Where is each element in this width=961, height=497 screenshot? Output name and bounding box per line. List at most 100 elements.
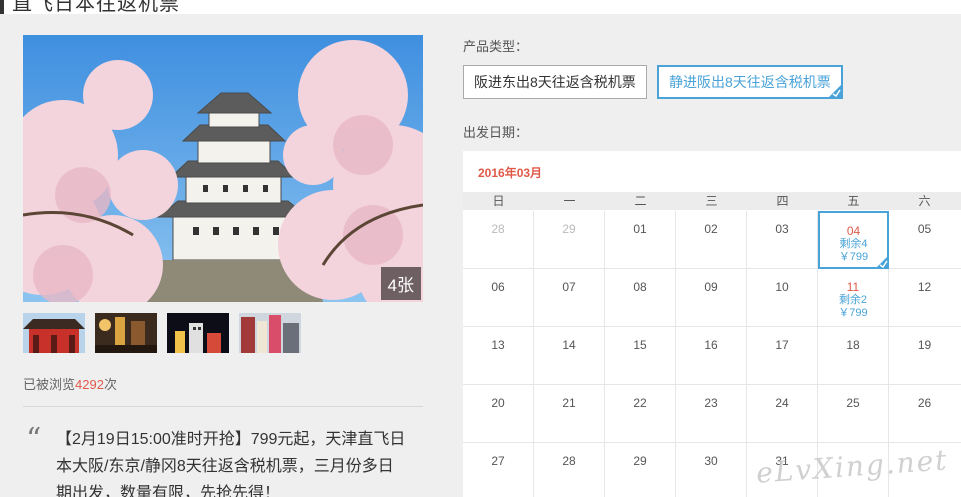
view-counter: 已被浏览4292次 xyxy=(23,374,117,393)
calendar-day-number: 29 xyxy=(633,454,647,468)
calendar-day-16[interactable]: 16 xyxy=(676,327,747,385)
view-count-number: 4292 xyxy=(75,377,104,392)
calendar-week-row: 13 14 15 16 17 18 19 xyxy=(463,327,961,385)
calendar-day-10[interactable]: 10 xyxy=(747,269,818,327)
calendar-day-number: 22 xyxy=(633,396,647,410)
calendar-day-number: 12 xyxy=(917,280,932,294)
calendar-day-13[interactable]: 13 xyxy=(463,327,534,385)
selected-check-icon xyxy=(827,84,842,98)
calendar-day-number: 26 xyxy=(917,396,932,410)
product-option-osaka-in-tokyo-out[interactable]: 阪进东出8天往返含税机票 xyxy=(463,65,647,99)
title-accent-bar xyxy=(0,0,4,14)
castle-sakura-photo xyxy=(23,35,423,302)
calendar-day-07[interactable]: 07 xyxy=(534,269,605,327)
weekday-label: 日 xyxy=(492,194,505,208)
calendar-day-number: 08 xyxy=(633,280,647,294)
calendar-day-number: 18 xyxy=(846,338,860,352)
calendar-day-26[interactable]: 26 xyxy=(889,385,960,443)
calendar-day-number: 13 xyxy=(491,338,505,352)
product-option-label: 静进阪出8天往返含税机票 xyxy=(669,74,831,90)
calendar-month-title: 2016年03月 xyxy=(478,166,543,180)
quote-mark-icon: “ xyxy=(26,422,42,457)
hero-image[interactable]: 4张 xyxy=(23,35,423,302)
calendar-day-02[interactable]: 02 xyxy=(676,211,747,269)
calendar-day-19[interactable]: 19 xyxy=(889,327,960,385)
calendar-day-11[interactable]: 11 剩余2 ￥799 xyxy=(818,269,889,327)
page-title-text: 直飞日本往返机票 xyxy=(12,0,180,15)
thumbnail-strip xyxy=(23,313,301,353)
calendar-day-number: 03 xyxy=(775,222,789,236)
section-divider xyxy=(23,406,423,407)
product-option-label: 阪进东出8天往返含税机票 xyxy=(474,74,636,90)
weekday-label: 五 xyxy=(847,194,860,208)
product-type-label: 产品类型： xyxy=(463,39,529,54)
calendar-weekday-header: 日一二三四五六 xyxy=(463,192,961,210)
calendar-day-number: 05 xyxy=(917,222,932,236)
calendar-day-17[interactable]: 17 xyxy=(747,327,818,385)
view-counter-prefix: 已被浏览 xyxy=(23,377,76,392)
calendar-day-price: ￥799 xyxy=(838,307,868,319)
calendar-week-row: 06 07 08 09 10 11 剩余2 ￥799 12 xyxy=(463,269,961,327)
calendar-day-number: 01 xyxy=(633,222,647,236)
thumbnail-night-city[interactable] xyxy=(167,313,229,353)
calendar-day-14[interactable]: 14 xyxy=(534,327,605,385)
calendar-day-stock: 剩余4 xyxy=(839,238,868,250)
product-panel: 4张 已被浏览4292次 “ 【2月19日15:00准时开抢】799元起，天津直… xyxy=(0,14,961,497)
calendar-day-12[interactable]: 12 xyxy=(889,269,960,327)
night-city-thumbnail-image xyxy=(167,313,229,353)
temple-thumbnail-image xyxy=(23,313,85,353)
calendar-day-18[interactable]: 18 xyxy=(818,327,889,385)
calendar-day-number: 23 xyxy=(704,396,718,410)
thumbnail-street[interactable] xyxy=(95,313,157,353)
calendar-day-number: 09 xyxy=(704,280,718,294)
weekday-label: 二 xyxy=(634,194,647,208)
calendar-day-number: 27 xyxy=(491,454,505,468)
calendar-day-number: 15 xyxy=(633,338,647,352)
weekday-label: 一 xyxy=(563,194,576,208)
calendar-day-number: 21 xyxy=(562,396,576,410)
calendar-day-28: 28 xyxy=(463,211,534,269)
thumbnail-shopping-street[interactable] xyxy=(239,313,301,353)
calendar-day-number: 28 xyxy=(562,454,576,468)
calendar-day-09[interactable]: 09 xyxy=(676,269,747,327)
calendar-day-03[interactable]: 03 xyxy=(747,211,818,269)
promo-description: 【2月19日15:00准时开抢】799元起，天津直飞日本大阪/东京/静冈8天往返… xyxy=(56,431,406,497)
calendar-day-number: 24 xyxy=(775,396,789,410)
calendar-day-30[interactable]: 30 xyxy=(676,443,747,497)
calendar-day-21[interactable]: 21 xyxy=(534,385,605,443)
calendar-day-20[interactable]: 20 xyxy=(463,385,534,443)
calendar-day-number: 04 xyxy=(846,224,861,238)
calendar-day-29[interactable]: 29 xyxy=(605,443,676,497)
departure-calendar: 2016年03月 日一二三四五六 28 29 01 02 03 04 剩余4 ￥799 05 06… xyxy=(463,151,961,497)
calendar-day-number: 20 xyxy=(491,396,505,410)
calendar-day-15[interactable]: 15 xyxy=(605,327,676,385)
selected-check-icon xyxy=(875,255,889,269)
calendar-day-22[interactable]: 22 xyxy=(605,385,676,443)
calendar-day-24[interactable]: 24 xyxy=(747,385,818,443)
calendar-day-05[interactable]: 05 xyxy=(889,211,960,269)
calendar-day-number: 29 xyxy=(562,222,576,236)
calendar-week-row: 20 21 22 23 24 25 26 xyxy=(463,385,961,443)
calendar-day-number: 06 xyxy=(491,280,505,294)
calendar-day-number: 11 xyxy=(846,280,860,294)
calendar-day-29: 29 xyxy=(534,211,605,269)
calendar-day-27[interactable]: 27 xyxy=(463,443,534,497)
weekday-label: 六 xyxy=(918,194,931,208)
calendar-day-23[interactable]: 23 xyxy=(676,385,747,443)
calendar-day-06[interactable]: 06 xyxy=(463,269,534,327)
calendar-week-row: 28 29 01 02 03 04 剩余4 ￥799 05 xyxy=(463,211,961,269)
calendar-day-number: 25 xyxy=(846,396,860,410)
calendar-day-01[interactable]: 01 xyxy=(605,211,676,269)
calendar-day-04[interactable]: 04 剩余4 ￥799 xyxy=(818,211,889,269)
thumbnail-temple[interactable] xyxy=(23,313,85,353)
calendar-day-number: 14 xyxy=(562,338,576,352)
calendar-day-25[interactable]: 25 xyxy=(818,385,889,443)
view-counter-suffix: 次 xyxy=(103,377,117,392)
calendar-day-08[interactable]: 08 xyxy=(605,269,676,327)
street-thumbnail-image xyxy=(95,313,157,353)
photo-count-badge[interactable]: 4张 xyxy=(380,267,421,300)
calendar-day-number: 10 xyxy=(775,280,789,294)
calendar-day-28[interactable]: 28 xyxy=(534,443,605,497)
product-option-shizuoka-in-osaka-out[interactable]: 静进阪出8天往返含税机票 xyxy=(657,65,843,99)
calendar-day-number: 07 xyxy=(562,280,576,294)
